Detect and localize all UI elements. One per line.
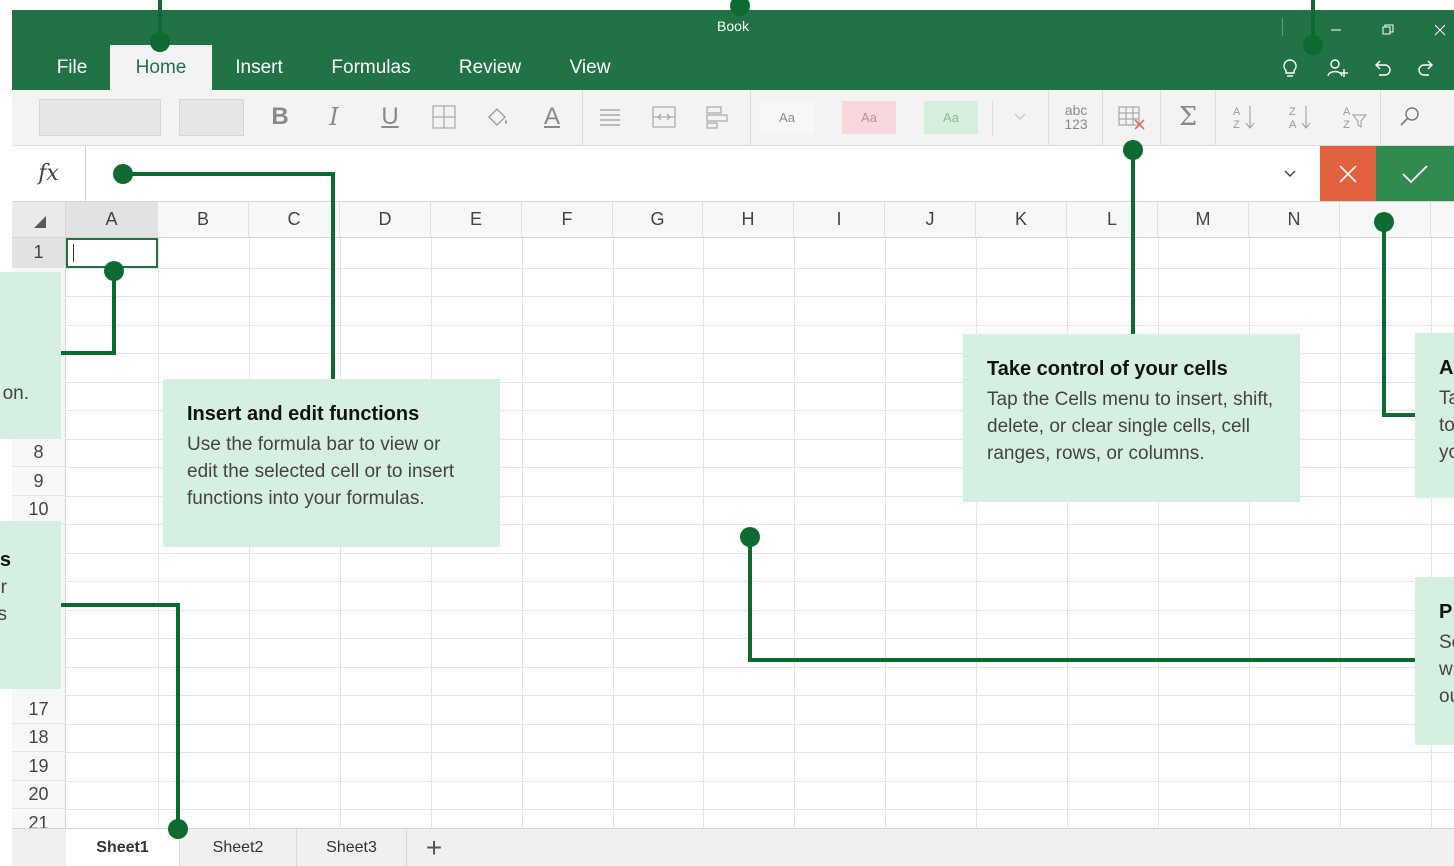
dot-sheet-tabs [168, 819, 188, 839]
connector-active-cell [61, 271, 116, 355]
dot-title [730, 0, 750, 16]
dot-share [1303, 35, 1323, 55]
dot-home-tab [150, 32, 170, 52]
connector-grid [748, 537, 1415, 662]
connector-sheet-tabs [61, 603, 180, 829]
dot-formula-buttons [1374, 212, 1394, 232]
dot-active-cell [104, 261, 124, 281]
dot-grid [740, 527, 760, 547]
connector-formula-bar [123, 172, 335, 379]
callout-connectors [61, 0, 1415, 839]
dot-cells-menu [1123, 140, 1143, 160]
dot-formula-bar [113, 164, 133, 184]
connector-formula-buttons [1382, 222, 1415, 417]
